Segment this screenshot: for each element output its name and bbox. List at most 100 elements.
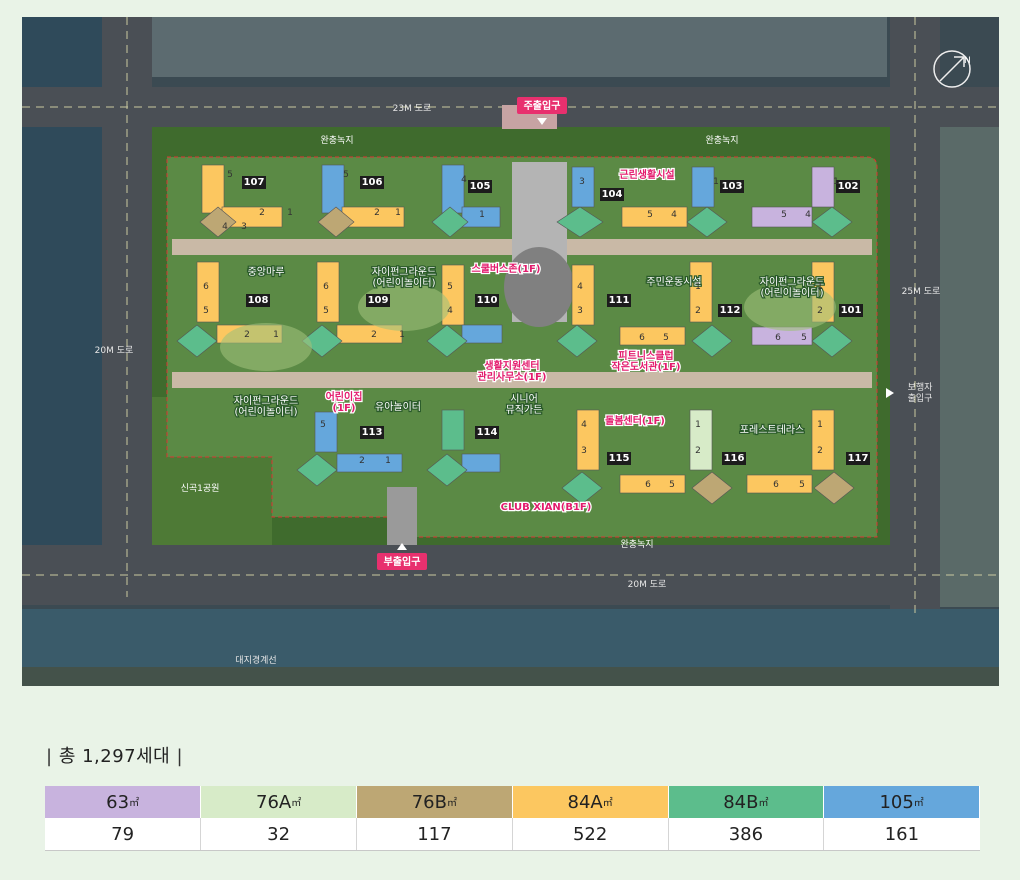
- legend-unit-sqm: ㎡: [602, 797, 613, 809]
- unit-line-number-29: 1: [695, 282, 701, 292]
- facility-label-0: 근린생활시설: [619, 168, 674, 181]
- north-blocks: [147, 17, 887, 77]
- unit-line-number-49: 5: [799, 480, 805, 490]
- unit-line-number-43: 2: [695, 446, 701, 456]
- unit-line-number-7: 1: [395, 208, 401, 218]
- green-label-south: 완충녹지: [620, 539, 653, 550]
- legend-type-4: 84B㎡: [668, 786, 825, 818]
- unit-line-number-10: 3: [579, 177, 585, 187]
- unit-line-number-31: 6: [639, 333, 645, 343]
- unit-line-number-35: 6: [775, 333, 781, 343]
- facility-label-5: 돌봄센터(1F): [605, 414, 665, 427]
- building-number-106: 106: [362, 177, 383, 188]
- legend-count-1: 32: [200, 818, 357, 851]
- landscape-label-3: 자이펀그라운드 (어린이놀이터): [760, 276, 824, 299]
- landscape-label-4: 자이펀그라운드 (어린이놀이터): [234, 395, 298, 418]
- building-number-116: 116: [724, 453, 745, 464]
- landscape-label-6: 시니어 뮤직가든: [506, 393, 543, 416]
- building-114-tower: [441, 409, 465, 451]
- playground-area-0: [220, 323, 312, 371]
- unit-line-number-23: 2: [371, 330, 377, 340]
- pedestrian-entrance-label: 보행자 출입구: [908, 381, 934, 404]
- unit-line-number-24: 1: [399, 330, 405, 340]
- building-115-tower: [576, 409, 600, 471]
- unit-line-number-5: 5: [343, 170, 349, 180]
- road-label-east: 25M 도로: [902, 287, 941, 297]
- south-river: [22, 609, 999, 667]
- facility-label-2: 생활지원센터 관리사무소(1F): [478, 359, 547, 383]
- site-boundary-label: 대지경계선: [235, 654, 276, 666]
- building-number-105: 105: [470, 181, 491, 192]
- building-number-101: 101: [841, 305, 862, 316]
- facility-label-6: CLUB XIAN(B1F): [501, 502, 592, 513]
- unit-line-number-9: 1: [479, 210, 485, 220]
- east-blocks: [940, 127, 999, 607]
- unit-line-number-19: 2: [244, 330, 250, 340]
- legend-type-2: 76B㎡: [356, 786, 513, 818]
- site-plan-svg: 107 106 105104103 102108 109 110 111112 101113 1…: [22, 17, 999, 686]
- drop-off-roundabout: [504, 247, 574, 327]
- building-number-110: 110: [477, 295, 498, 306]
- unit-line-number-44: 6: [645, 480, 651, 490]
- legend-unit-sqm: ㎡: [913, 797, 924, 809]
- building-116-tower: [689, 409, 713, 471]
- road-label-north: 23M 도로: [393, 104, 432, 114]
- legend-count-row: 79 32 117 522 386 161: [45, 818, 980, 851]
- building-102-tower: [811, 166, 835, 208]
- unit-line-number-6: 2: [374, 208, 380, 218]
- unit-line-number-4: 3: [241, 222, 247, 232]
- building-107-tower: [201, 164, 225, 214]
- unit-line-number-3: 4: [222, 222, 228, 232]
- unit-line-number-14: 5: [781, 210, 787, 220]
- legend-type-1: 76A㎡: [200, 786, 357, 818]
- unit-line-number-45: 5: [669, 480, 675, 490]
- building-111-tower: [571, 264, 595, 326]
- building-114-wing: [461, 453, 501, 473]
- legend-count-2: 117: [356, 818, 513, 851]
- unit-line-number-46: 1: [817, 420, 823, 430]
- building-117-tower: [811, 409, 835, 471]
- facility-label-1: 스쿨버스존(1F): [472, 262, 541, 275]
- building-112-tower: [689, 261, 713, 323]
- unit-line-number-1: 2: [259, 208, 265, 218]
- unit-line-number-40: 4: [581, 420, 587, 430]
- unit-line-number-47: 2: [817, 446, 823, 456]
- unit-line-number-13: 1: [713, 177, 719, 187]
- building-number-102: 102: [838, 181, 859, 192]
- legend-unit-sqm: ㎡: [758, 797, 769, 809]
- unit-line-number-27: 4: [577, 282, 583, 292]
- south-bank: [22, 667, 999, 686]
- unit-line-number-48: 6: [773, 480, 779, 490]
- road-label-west: 20M 도로: [95, 346, 134, 356]
- total-divider-right: |: [176, 746, 184, 767]
- building-number-109: 109: [368, 295, 389, 306]
- unit-line-number-42: 1: [695, 420, 701, 430]
- green-label-north-left: 완충녹지: [320, 135, 353, 146]
- building-106-tower: [321, 164, 345, 214]
- unit-line-number-22: 5: [323, 306, 329, 316]
- unit-line-number-33: 1: [817, 282, 823, 292]
- legend-type-row: 63㎡ 76A㎡ 76B㎡ 84A㎡ 84B㎡ 105㎡: [45, 786, 980, 818]
- unit-line-number-36: 5: [801, 333, 807, 343]
- building-number-108: 108: [248, 295, 269, 306]
- total-label: 총 1,297세대: [58, 746, 171, 767]
- unit-line-number-21: 6: [323, 282, 329, 292]
- legend-count-4: 386: [668, 818, 825, 851]
- unit-line-number-15: 4: [805, 210, 811, 220]
- compass-label: N: [964, 56, 971, 66]
- sub-entrance-label: 부출입구: [384, 555, 421, 568]
- unit-line-number-12: 4: [671, 210, 677, 220]
- sub-drive: [387, 487, 417, 545]
- unit-line-number-41: 3: [581, 446, 587, 456]
- unit-line-number-32: 5: [663, 333, 669, 343]
- green-label-north-right: 완충녹지: [705, 135, 738, 146]
- unit-line-number-30: 2: [695, 306, 701, 316]
- building-103-tower: [691, 166, 715, 208]
- unit-line-number-37: 5: [320, 420, 326, 430]
- unit-line-number-34: 2: [817, 306, 823, 316]
- building-116-wing: [619, 474, 686, 494]
- main-entrance-label: 주출입구: [524, 99, 561, 112]
- site-plan-map: 107 106 105 104 103 102 108 109 110 111 112 101 113 1…: [22, 17, 999, 686]
- landscape-label-0: 중앙마루: [248, 266, 285, 278]
- building-112-wing: [619, 326, 686, 346]
